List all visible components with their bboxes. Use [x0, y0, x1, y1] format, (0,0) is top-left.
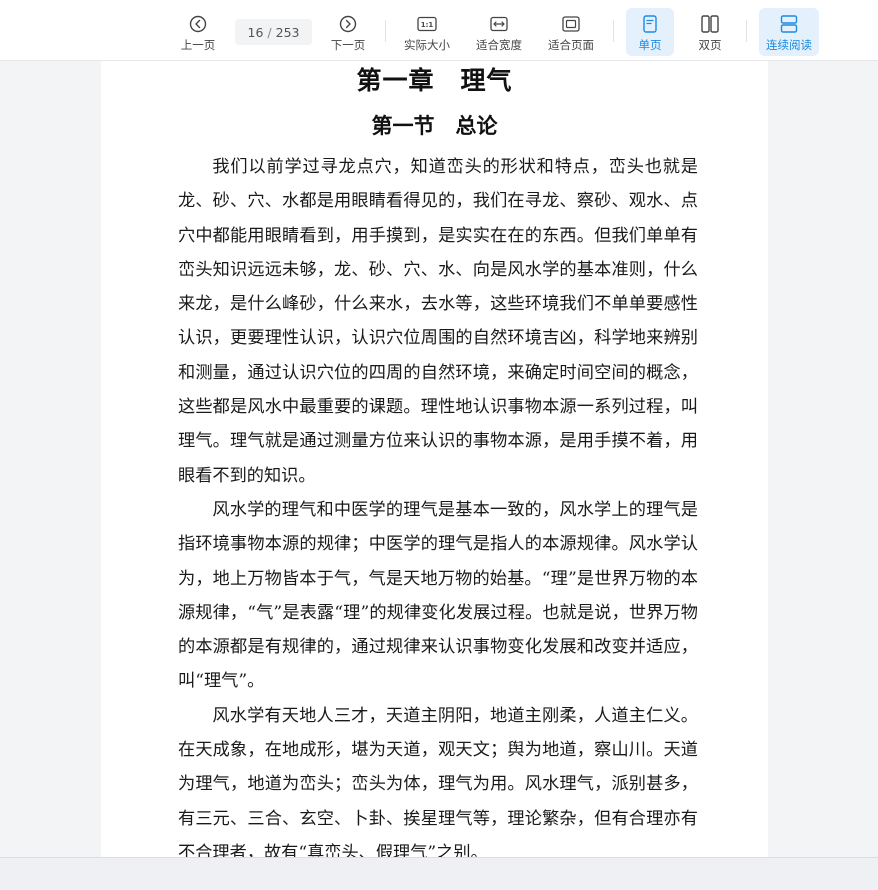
continuous-reading-label: 连续阅读 — [766, 38, 812, 52]
double-page-icon — [699, 14, 721, 34]
total-pages: 253 — [275, 24, 300, 40]
continuous-reading-button[interactable]: 连续阅读 — [759, 8, 819, 56]
actual-size-icon: 1:1 — [416, 14, 438, 34]
section-title: 第一节 总论 — [371, 113, 498, 138]
actual-size-label: 实际大小 — [404, 38, 450, 52]
paragraph: 我们以前学过寻龙点穴，知道峦头的形状和特点，峦头也就是龙、砂、穴、水都是用眼睛看… — [178, 157, 698, 486]
single-page-icon — [639, 14, 661, 34]
next-page-button[interactable]: 下一页 — [326, 8, 370, 56]
fit-width-label: 适合宽度 — [476, 38, 522, 52]
paragraph: 风水学的理气和中医学的理气是基本一致的，风水学上的理气是指环境事物本源的规律；中… — [178, 499, 698, 692]
document-viewer[interactable]: 第一章 理气 第一节 总论 我们以前学过寻龙点穴，知道峦头的形状和特点，峦头也就… — [0, 61, 878, 857]
double-page-label: 双页 — [698, 38, 722, 52]
bottom-status-bar — [0, 857, 878, 890]
next-page-label: 下一页 — [330, 38, 366, 52]
document-page: 第一章 理气 第一节 总论 我们以前学过寻龙点穴，知道峦头的形状和特点，峦头也就… — [101, 61, 768, 857]
toolbar-divider — [385, 20, 386, 42]
page-separator: / — [267, 24, 272, 40]
arrow-left-circle-icon — [187, 14, 209, 34]
toolbar-divider — [746, 20, 747, 42]
toolbar-divider — [613, 20, 614, 42]
page-body: 我们以前学过寻龙点穴，知道峦头的形状和特点，峦头也就是龙、砂、穴、水都是用眼睛看… — [178, 150, 698, 857]
paragraph: 风水学有天地人三才，天道主阴阳，地道主刚柔，人道主仁义。在天成象，在地成形，堪为… — [178, 705, 698, 857]
toolbar: 上一页 16 / 253 下一页 1:1 实际大小 适合宽度 适合页面 单页 双… — [0, 0, 878, 61]
continuous-reading-icon — [778, 14, 800, 34]
chapter-title: 第一章 理气 — [356, 66, 513, 95]
fit-width-icon — [488, 14, 510, 34]
single-page-button[interactable]: 单页 — [626, 8, 674, 56]
current-page: 16 — [247, 24, 264, 40]
prev-page-label: 上一页 — [180, 38, 216, 52]
arrow-right-circle-icon — [337, 14, 359, 34]
actual-size-button[interactable]: 1:1 实际大小 — [400, 8, 454, 56]
double-page-button[interactable]: 双页 — [686, 8, 734, 56]
single-page-label: 单页 — [638, 38, 662, 52]
fit-page-label: 适合页面 — [548, 38, 594, 52]
page-number-input[interactable]: 16 / 253 — [235, 19, 312, 45]
fit-width-button[interactable]: 适合宽度 — [472, 8, 526, 56]
fit-page-button[interactable]: 适合页面 — [544, 8, 598, 56]
prev-page-button[interactable]: 上一页 — [176, 8, 220, 56]
fit-page-icon — [560, 14, 582, 34]
svg-text:1:1: 1:1 — [421, 21, 434, 29]
